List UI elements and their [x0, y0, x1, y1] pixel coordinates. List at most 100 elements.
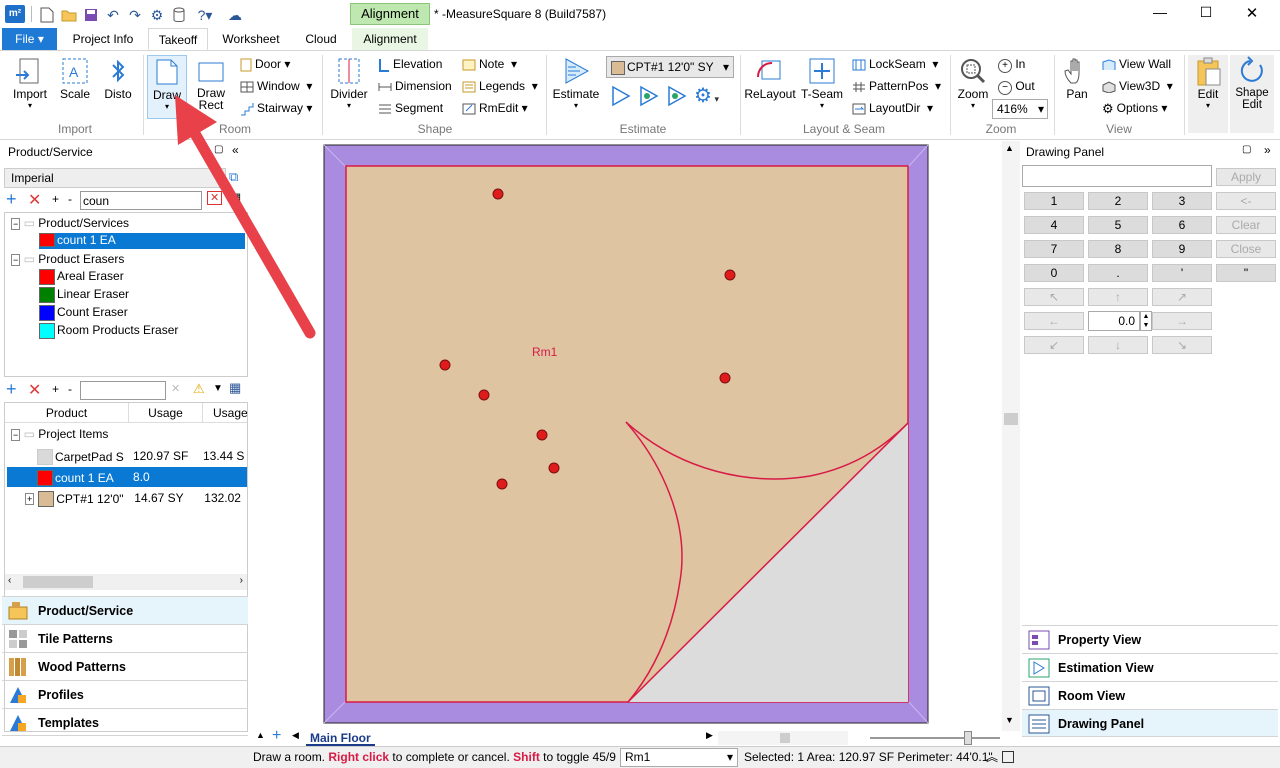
- delete-icon[interactable]: ✕: [28, 380, 41, 400]
- nav-drawing-panel[interactable]: Drawing Panel: [1022, 709, 1278, 737]
- key-7[interactable]: 7: [1024, 240, 1084, 258]
- angle-stepper-icon[interactable]: ▲ ▼: [1140, 311, 1152, 331]
- tab-alignment[interactable]: Alignment: [352, 28, 428, 50]
- warning-icon[interactable]: ⚠: [193, 381, 205, 397]
- nav-product-service[interactable]: Product/Service: [2, 596, 248, 624]
- play-estimate-icon[interactable]: [610, 85, 632, 110]
- view3d-button[interactable]: View3D ▾: [1102, 79, 1173, 93]
- layoutdir-button[interactable]: LayoutDir ▾: [852, 101, 933, 115]
- angle-input[interactable]: [1088, 311, 1140, 331]
- app-logo-icon[interactable]: m²: [5, 5, 25, 23]
- undo-icon[interactable]: ↶: [104, 6, 122, 24]
- tree-item-linear-eraser[interactable]: Linear Eraser: [39, 287, 129, 303]
- horizontal-scrollbar[interactable]: ‹ ›: [5, 574, 247, 590]
- key-2[interactable]: 2: [1088, 192, 1148, 210]
- table-row[interactable]: CarpetPad S 120.97 SF 13.44 S: [37, 447, 247, 467]
- arrow-up-icon[interactable]: ↑: [1088, 288, 1148, 306]
- segment-button[interactable]: Segment: [378, 101, 443, 115]
- nav-profiles[interactable]: Profiles: [2, 680, 248, 708]
- key-6[interactable]: 6: [1152, 216, 1212, 234]
- zoom-out-button[interactable]: − Out: [998, 79, 1035, 95]
- new-file-icon[interactable]: [38, 6, 56, 24]
- arrow-left-icon[interactable]: ←: [1024, 312, 1084, 330]
- key-1[interactable]: 1: [1024, 192, 1084, 210]
- estimate-button[interactable]: Estimate ▾: [550, 55, 602, 110]
- backspace-button[interactable]: <-: [1216, 192, 1276, 210]
- nav-property-view[interactable]: Property View: [1022, 625, 1278, 653]
- expand-status-icon[interactable]: ︽: [986, 748, 998, 765]
- legends-button[interactable]: Legends ▾: [462, 79, 538, 93]
- next-floor-icon[interactable]: ▶: [706, 730, 713, 741]
- tab-project-info[interactable]: Project Info: [62, 28, 144, 50]
- key-feet[interactable]: ': [1152, 264, 1212, 282]
- floor-plan-canvas[interactable]: Rm1: [250, 141, 1020, 731]
- save-icon[interactable]: [82, 6, 100, 24]
- prev-floor-icon[interactable]: ◀: [292, 730, 299, 741]
- tab-cloud[interactable]: Cloud: [294, 28, 348, 50]
- apply-button[interactable]: Apply: [1216, 168, 1276, 186]
- settings-gear-icon[interactable]: ⚙: [148, 6, 166, 24]
- collapse-all-icon[interactable]: -: [68, 192, 72, 206]
- table-row[interactable]: + CPT#1 12'0" 14.67 SY 132.02: [25, 489, 247, 509]
- collapse-all-icon[interactable]: -: [68, 382, 72, 396]
- arrow-down-icon[interactable]: ↓: [1088, 336, 1148, 354]
- elevation-button[interactable]: Elevation: [378, 57, 442, 72]
- scale-button[interactable]: A Scale: [56, 55, 94, 101]
- project-search-input[interactable]: [80, 381, 166, 400]
- edit-button[interactable]: Edit ▾: [1188, 55, 1228, 133]
- arrow-down-right-icon[interactable]: ↘: [1152, 336, 1212, 354]
- collapse-toggle-icon[interactable]: −: [11, 254, 21, 266]
- estimate-step-icon[interactable]: [638, 85, 660, 110]
- scroll-up-icon[interactable]: ▲: [256, 730, 265, 740]
- shape-edit-button[interactable]: Shape Edit: [1230, 55, 1274, 133]
- help-icon[interactable]: ?▾: [194, 6, 216, 24]
- minimize-button[interactable]: —: [1150, 4, 1170, 20]
- context-tab-alignment[interactable]: Alignment: [350, 3, 430, 25]
- toggle-box-icon[interactable]: [1002, 751, 1014, 763]
- key-8[interactable]: 8: [1088, 240, 1148, 258]
- key-9[interactable]: 9: [1152, 240, 1212, 258]
- tab-takeoff[interactable]: Takeoff: [148, 28, 208, 50]
- lockseam-button[interactable]: LockSeam ▾: [852, 57, 938, 71]
- tree-group-project-items[interactable]: − ▭ Project Items: [11, 427, 108, 441]
- drawing-canvas-area[interactable]: Rm1 ▲ ▼: [250, 141, 1020, 731]
- expand-all-icon[interactable]: +: [52, 192, 59, 206]
- column-header-product[interactable]: Product: [5, 403, 129, 423]
- file-menu-button[interactable]: File ▾: [2, 28, 57, 50]
- scroll-right-icon[interactable]: ›: [240, 575, 243, 586]
- tree-item-room-products-eraser[interactable]: Room Products Eraser: [39, 323, 178, 339]
- arrow-up-left-icon[interactable]: ↖: [1024, 288, 1084, 306]
- zoom-level-select[interactable]: 416% ▾: [992, 99, 1048, 119]
- key-3[interactable]: 3: [1152, 192, 1212, 210]
- zoom-in-button[interactable]: + In: [998, 57, 1025, 73]
- table-row-selected[interactable]: count 1 EA 8.0: [7, 467, 247, 487]
- pan-button[interactable]: Pan: [1058, 55, 1096, 101]
- cloud-icon[interactable]: ☁: [226, 6, 244, 24]
- clear-button[interactable]: Clear: [1216, 216, 1276, 234]
- key-inch[interactable]: ": [1216, 264, 1276, 282]
- collapse-toggle-icon[interactable]: −: [11, 429, 21, 441]
- nav-room-view[interactable]: Room View: [1022, 681, 1278, 709]
- tree-item-count-eraser[interactable]: Count Eraser: [39, 305, 128, 321]
- collapse-panel-icon[interactable]: »: [1264, 143, 1271, 157]
- arrow-up-right-icon[interactable]: ↗: [1152, 288, 1212, 306]
- dimension-button[interactable]: Dimension: [378, 79, 452, 93]
- tseam-button[interactable]: T-Seam ▾: [800, 55, 844, 110]
- arrow-down-left-icon[interactable]: ↙: [1024, 336, 1084, 354]
- arrow-right-icon[interactable]: →: [1152, 312, 1212, 330]
- redo-icon[interactable]: ↷: [126, 6, 144, 24]
- expand-all-icon[interactable]: +: [52, 382, 59, 396]
- estimate-settings-gear-icon[interactable]: ⚙ ▾: [694, 83, 719, 108]
- add-icon[interactable]: +: [6, 189, 17, 210]
- rmedit-button[interactable]: RmEdit ▾: [462, 101, 528, 115]
- zoom-button[interactable]: Zoom ▾: [954, 55, 992, 110]
- product-select[interactable]: CPT#1 12'0" SY ▾: [606, 56, 734, 78]
- nav-templates[interactable]: Templates: [2, 708, 248, 736]
- chevron-down-icon[interactable]: ▼: [213, 383, 223, 394]
- clear-search-icon[interactable]: ✕: [171, 382, 180, 395]
- tab-worksheet[interactable]: Worksheet: [214, 28, 288, 50]
- scroll-thumb[interactable]: [23, 576, 93, 588]
- key-0[interactable]: 0: [1024, 264, 1084, 282]
- open-folder-icon[interactable]: [60, 6, 78, 24]
- scroll-down-icon[interactable]: ▼: [1005, 715, 1014, 725]
